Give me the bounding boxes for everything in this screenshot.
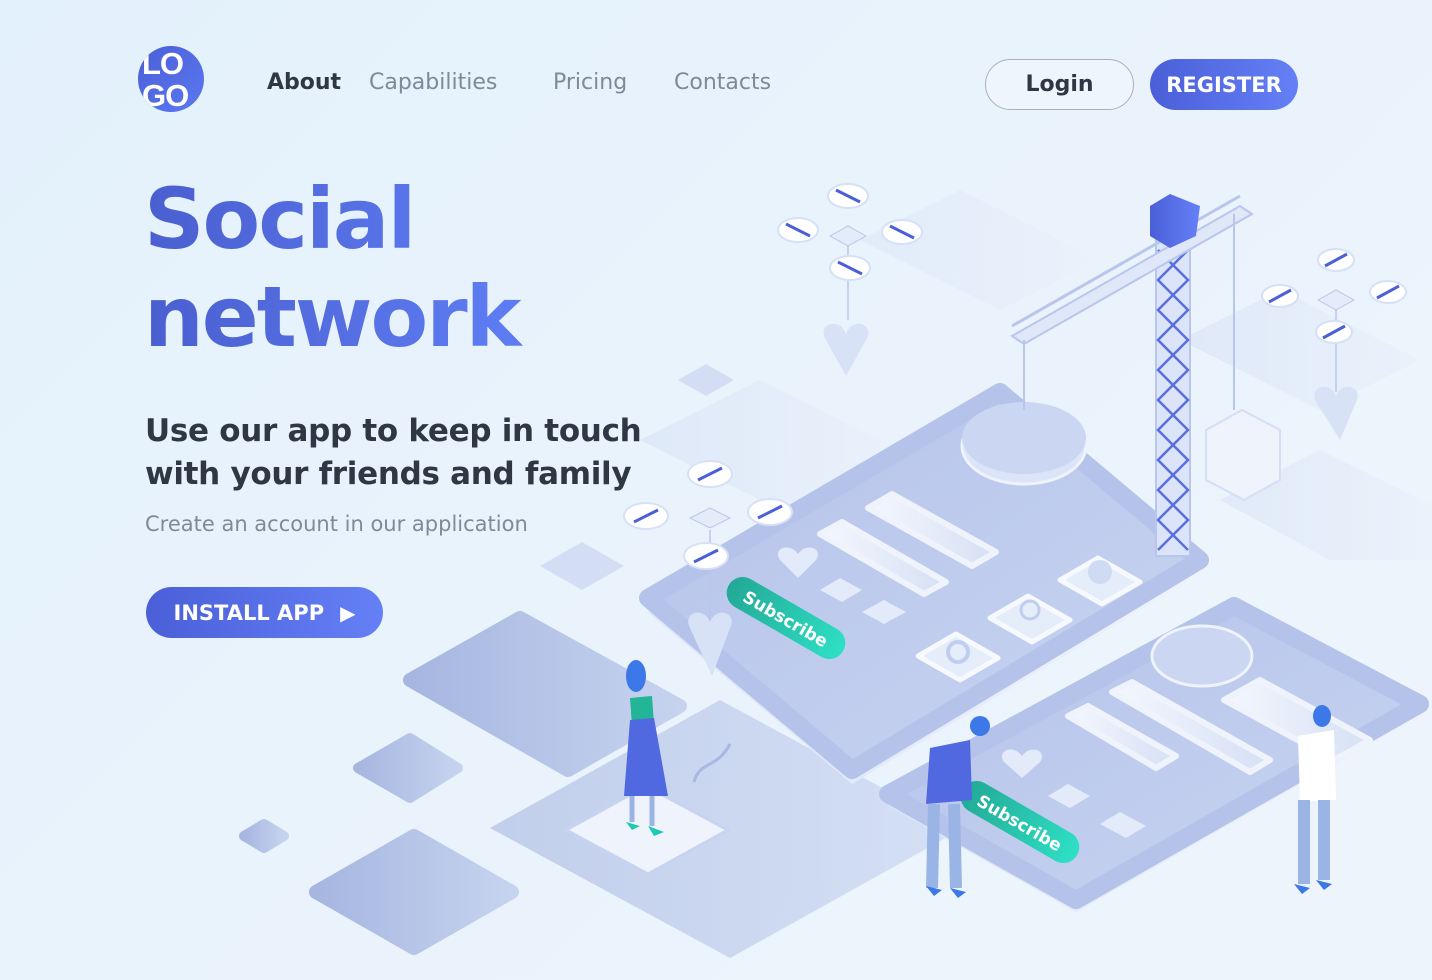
page-title-line-1: Social (144, 170, 415, 268)
nav-item-contacts[interactable]: Contacts (674, 70, 771, 95)
install-app-label: INSTALL APP (173, 600, 325, 625)
nav-item-capabilities[interactable]: Capabilities (369, 70, 497, 95)
nav-item-pricing[interactable]: Pricing (553, 70, 627, 95)
nav-item-about[interactable]: About (267, 70, 341, 95)
hero-subtitle-line-1: Use our app to keep in touch (145, 413, 642, 449)
page-title-line-2: network (144, 268, 520, 366)
hero-subtitle: Use our app to keep in touch with your f… (145, 410, 665, 496)
logo-text-bottom: GO (142, 78, 189, 112)
login-button[interactable]: Login (985, 59, 1134, 110)
hero-subtitle-line-2: with your friends and family (145, 456, 632, 492)
play-icon: ▶ (340, 600, 356, 625)
page-title: Social network (144, 170, 664, 366)
logo-text-top: LO (142, 46, 184, 81)
logo[interactable]: LO GO (138, 46, 204, 112)
drone-1 (777, 183, 923, 376)
hero-description: Create an account in our application (145, 512, 528, 536)
register-button[interactable]: REGISTER (1150, 59, 1298, 110)
install-app-button[interactable]: INSTALL APP ▶ (146, 587, 383, 638)
